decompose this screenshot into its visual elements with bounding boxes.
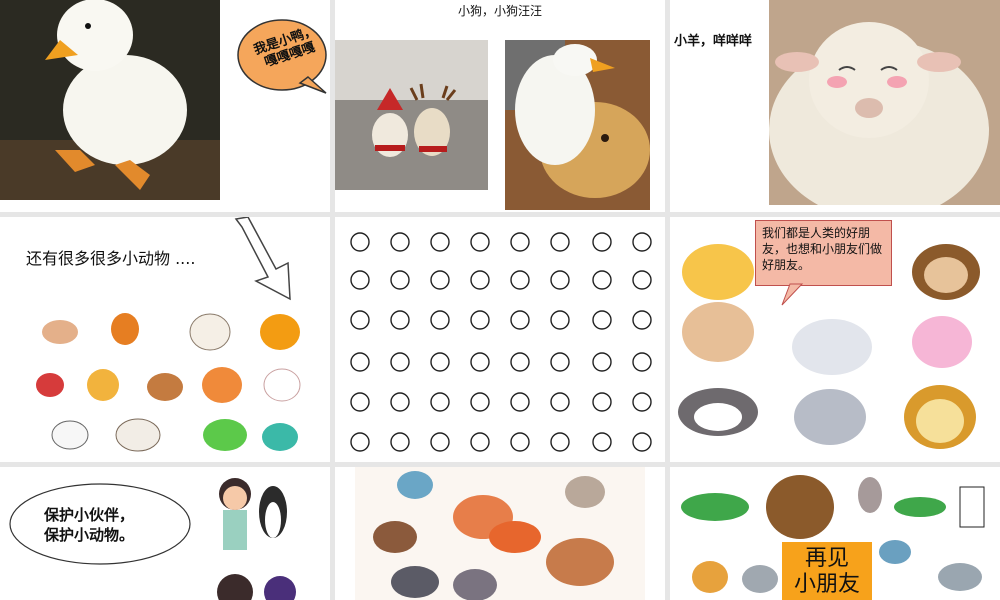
cartoon-animals-illustration: [36, 313, 301, 452]
more-animals-text: 还有很多很多小动物 ....: [26, 249, 196, 268]
chihuahuas-photo: [335, 40, 488, 190]
slide-protect[interactable]: 保护小伙伴， 保护小动物。: [0, 467, 330, 600]
dog-caption: 小狗，小狗汪汪: [457, 4, 542, 18]
goodbye-line-2: 小朋友: [793, 572, 860, 597]
slide-dog[interactable]: 小狗，小狗汪汪: [335, 0, 665, 212]
sheep-caption: 小羊，咩咩咩: [674, 34, 753, 49]
slide-sheep[interactable]: 小羊，咩咩咩: [670, 0, 1000, 212]
slide-more-animals[interactable]: 还有很多很多小动物 ....: [0, 217, 330, 462]
arrow-down-icon: [234, 217, 291, 301]
duck-photo: [0, 0, 220, 200]
slide-duck[interactable]: 我是小鸭，嘎嘎嘎嘎: [0, 0, 330, 212]
sheep-photo: [769, 0, 1000, 205]
slide-forest-animals[interactable]: [335, 467, 665, 600]
animal-faces-illustration: [678, 244, 980, 449]
protect-line-2: 保护小动物。: [44, 526, 135, 544]
slide-friends[interactable]: 我们都是人类的好朋友，也想和小朋友们做好朋友。: [670, 217, 1000, 462]
dog-and-duck-photo: [505, 40, 650, 210]
forest-animals-illustration: [355, 467, 645, 600]
protect-text: 保护小伙伴， 保护小动物。: [44, 505, 134, 545]
goodbye-box: 再见 小朋友: [782, 542, 872, 600]
slide-goodbye[interactable]: 再见 小朋友: [670, 467, 1000, 600]
kids-illustration: [217, 478, 296, 600]
animal-sketches-illustration: [350, 232, 652, 452]
goodbye-line-1: 再见: [804, 546, 849, 571]
protect-line-1: 保护小伙伴，: [44, 506, 135, 524]
slide-animal-sketches[interactable]: [335, 217, 665, 462]
